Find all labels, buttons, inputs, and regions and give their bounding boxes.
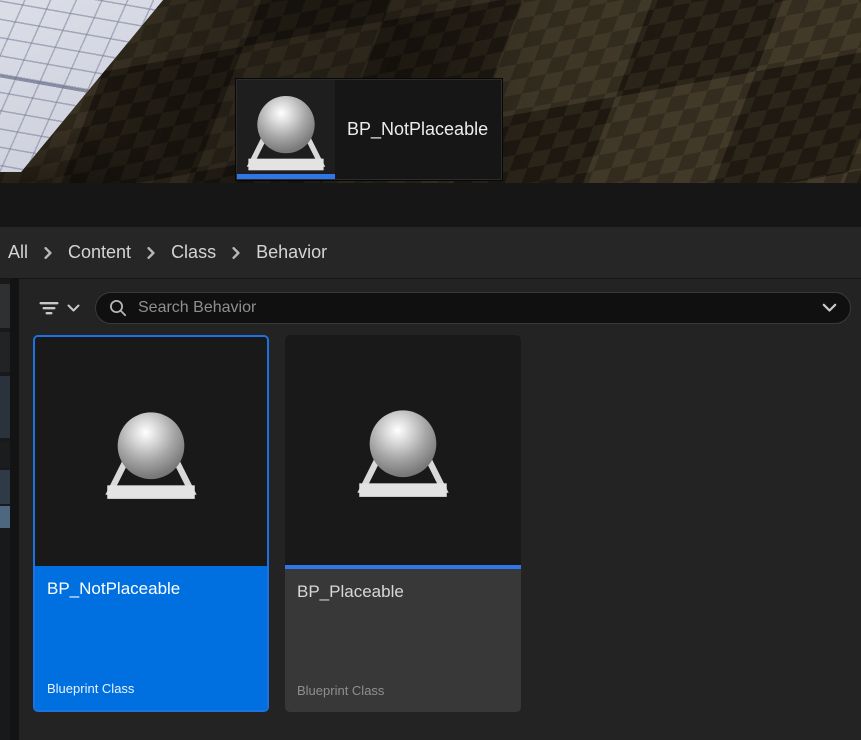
panel-divider: [10, 279, 19, 740]
asset-name: BP_NotPlaceable: [47, 579, 255, 599]
background-panel-item: [0, 506, 10, 528]
asset-color-stripe: [237, 174, 335, 179]
asset-grid: BP_NotPlaceable Blueprint Class: [33, 335, 861, 712]
asset-type: Blueprint Class: [297, 683, 509, 698]
viewport-3d[interactable]: BP_NotPlaceable: [0, 0, 861, 183]
sphere-on-pedestal-icon: [353, 400, 453, 500]
save-search-dropdown[interactable]: [814, 303, 837, 313]
asset-name: BP_Placeable: [297, 582, 509, 602]
chevron-down-icon: [822, 303, 837, 313]
chevron-right-icon: [42, 247, 54, 259]
unreal-editor-window: BP_NotPlaceable All Content Class Behavi…: [0, 0, 861, 740]
background-panel-item: [0, 332, 10, 372]
asset-type: Blueprint Class: [47, 681, 255, 696]
search-input[interactable]: [136, 298, 814, 318]
content-browser-toolbar: [37, 292, 851, 324]
asset-tile-footer: BP_Placeable Blueprint Class: [285, 569, 521, 712]
asset-thumbnail: [285, 335, 521, 565]
filter-icon: [37, 300, 61, 316]
background-panel-item: [0, 470, 10, 504]
chevron-right-icon: [230, 247, 242, 259]
sphere-on-pedestal-icon: [101, 402, 201, 502]
drag-preview: BP_NotPlaceable: [235, 78, 503, 181]
chevron-right-icon: [145, 247, 157, 259]
background-panel-sliver: [0, 279, 10, 740]
drag-preview-thumbnail: [237, 80, 335, 179]
breadcrumb-item-all[interactable]: All: [4, 242, 32, 263]
background-panel-item: [0, 284, 10, 328]
breadcrumb-item-behavior[interactable]: Behavior: [252, 242, 331, 263]
asset-tile-bp-placeable[interactable]: BP_Placeable Blueprint Class: [285, 335, 521, 712]
breadcrumb-item-content[interactable]: Content: [64, 242, 135, 263]
background-panel-item: [0, 376, 10, 438]
filters-button[interactable]: [37, 300, 80, 316]
asset-thumbnail: [35, 337, 267, 566]
background-panel-item: [0, 442, 10, 468]
asset-tile-bp-notplaceable[interactable]: BP_NotPlaceable Blueprint Class: [33, 335, 269, 712]
sphere-on-pedestal-icon: [243, 87, 329, 173]
panel-header-strip: [0, 183, 861, 227]
asset-tile-footer: BP_NotPlaceable Blueprint Class: [35, 566, 267, 710]
breadcrumb-item-class[interactable]: Class: [167, 242, 220, 263]
asset-view: BP_NotPlaceable Blueprint Class: [19, 279, 861, 740]
breadcrumb: All Content Class Behavior: [0, 227, 861, 279]
search-box: [95, 292, 851, 324]
magnifier-icon: [109, 299, 127, 317]
drag-preview-label: BP_NotPlaceable: [336, 79, 502, 180]
content-browser: BP_NotPlaceable Blueprint Class: [0, 279, 861, 740]
chevron-down-icon: [67, 304, 80, 313]
